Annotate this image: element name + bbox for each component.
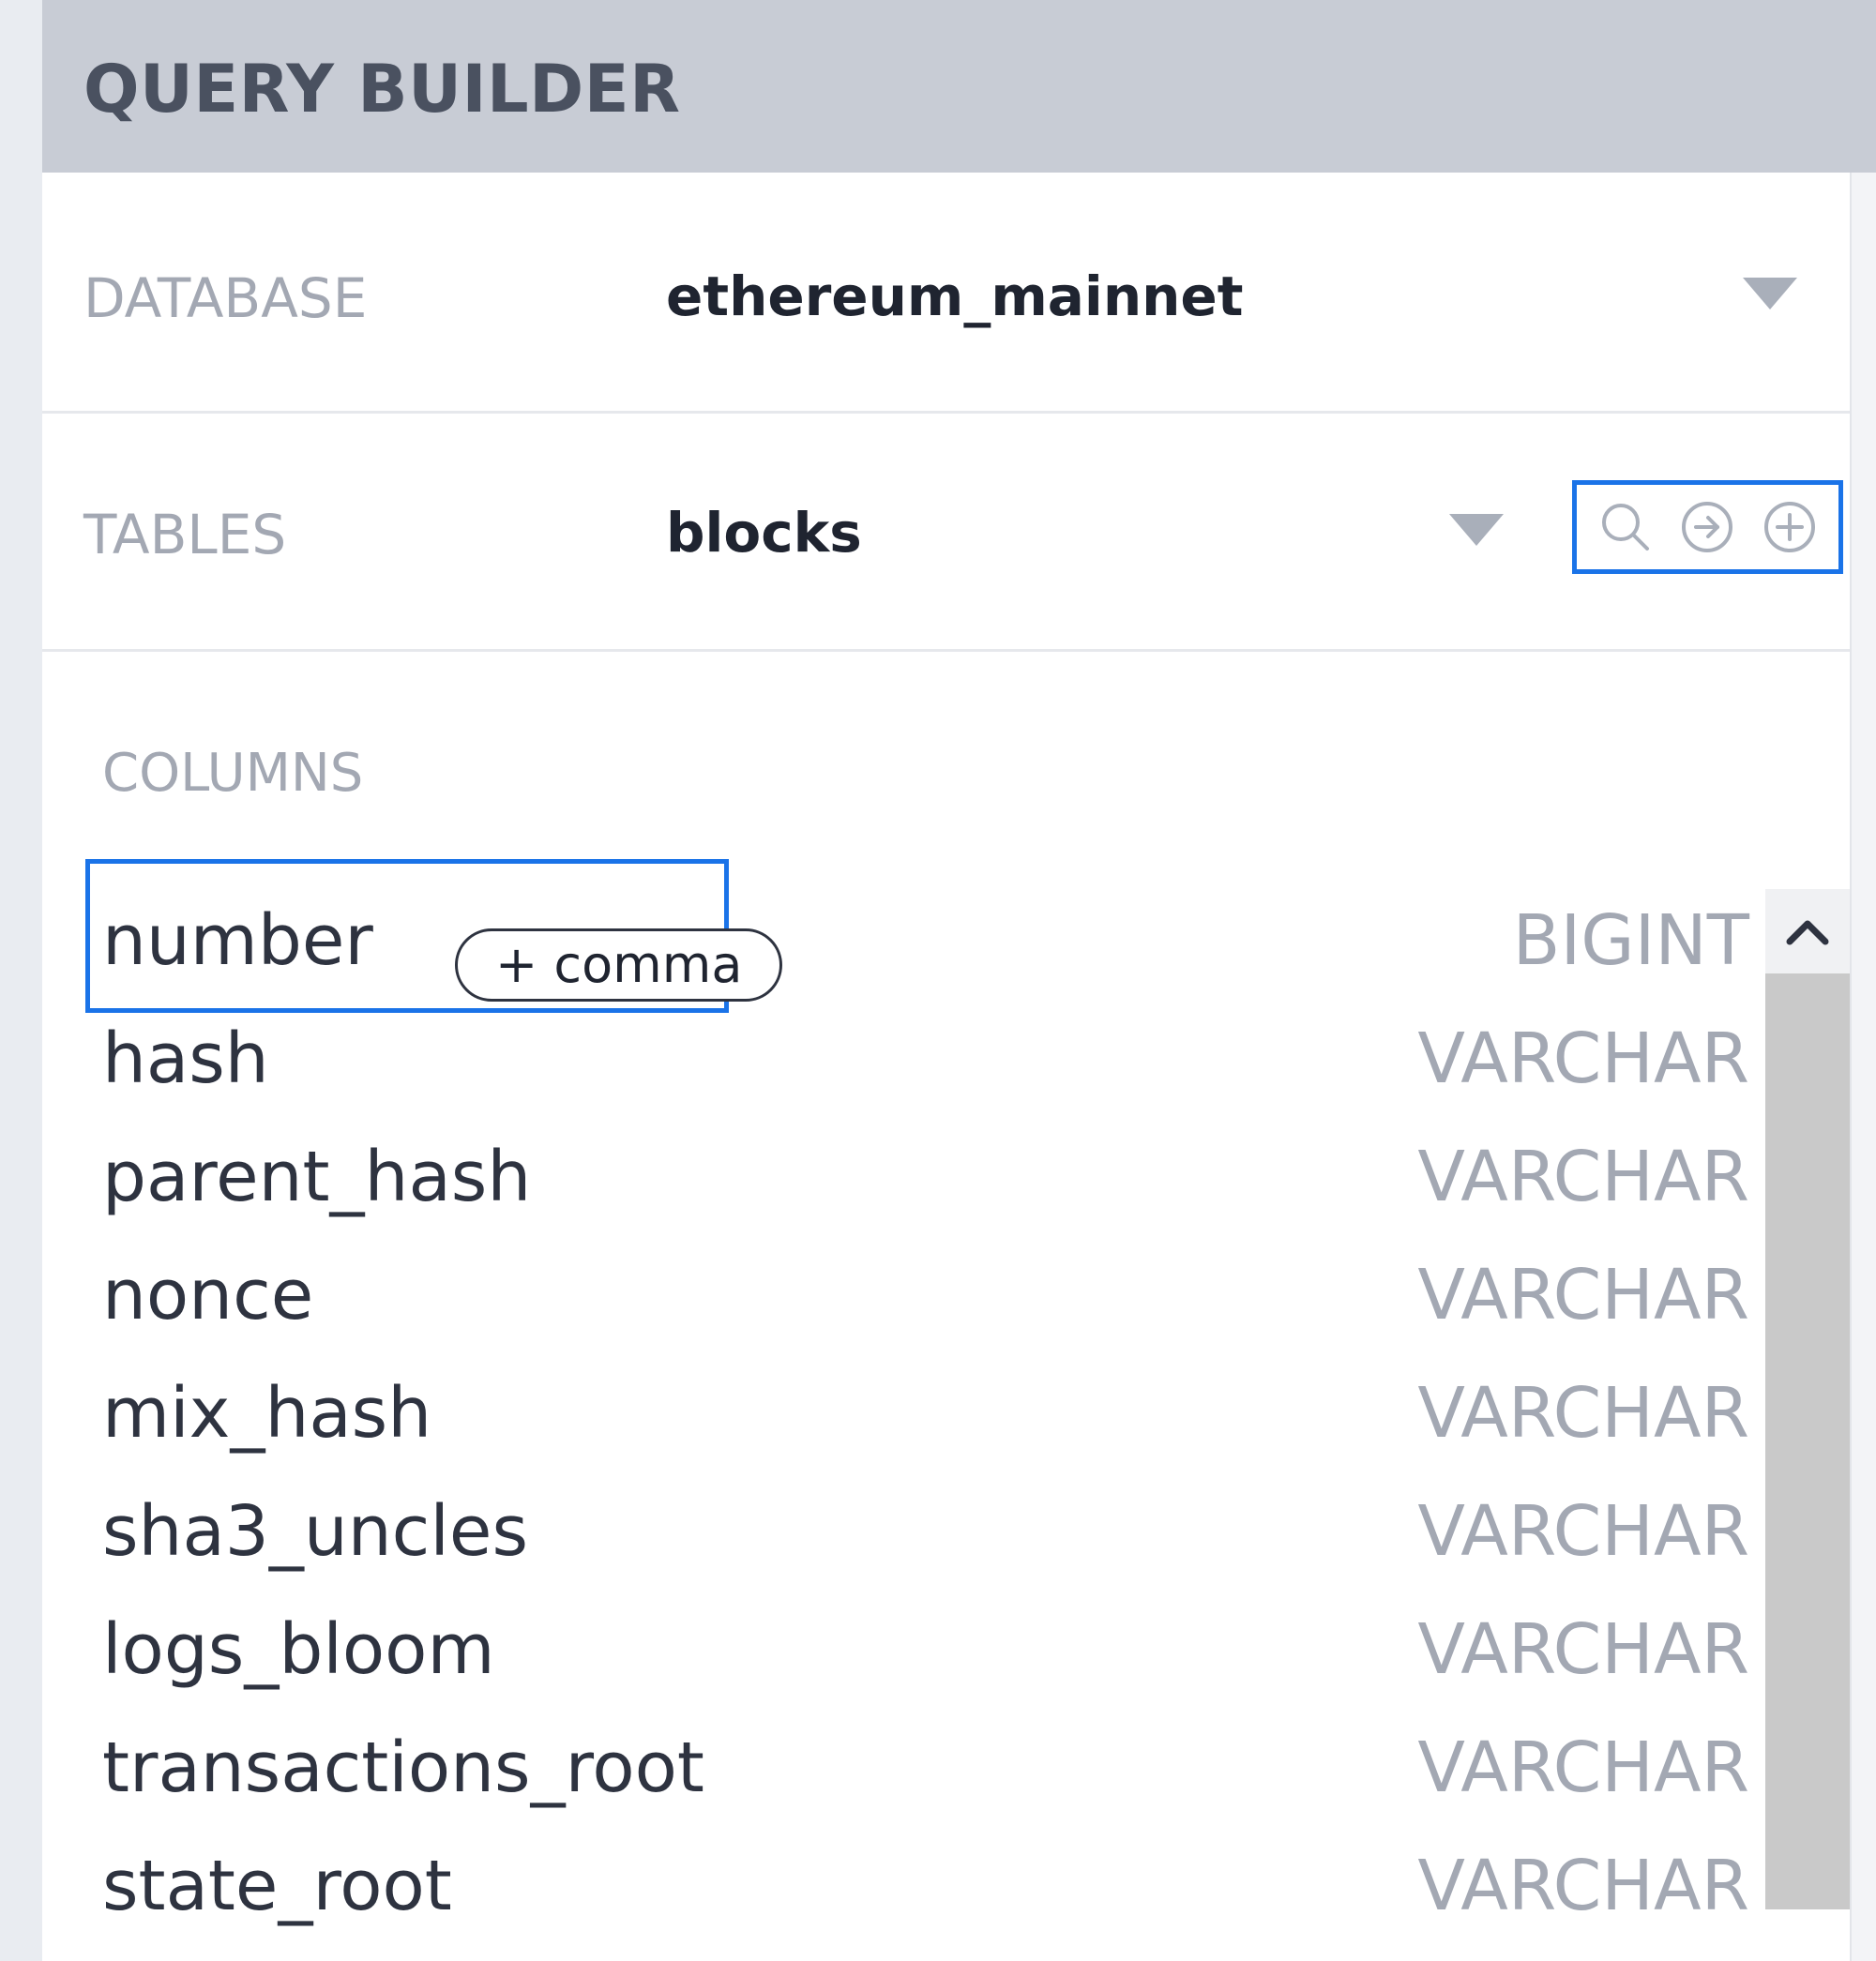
chevron-up-icon[interactable]: [1765, 889, 1850, 973]
columns-label: COLUMNS: [102, 743, 364, 804]
database-select[interactable]: ethereum_mainnet: [666, 264, 1243, 328]
panel-header: QUERY BUILDER: [42, 0, 1876, 173]
column-type: VARCHAR: [1417, 1255, 1749, 1335]
database-row: DATABASE ethereum_mainnet: [42, 173, 1850, 414]
column-type: BIGINT: [1512, 900, 1749, 981]
left-edge-strip: [0, 0, 42, 1961]
query-builder-panel: QUERY BUILDER DATABASE ethereum_mainnet …: [42, 0, 1876, 1961]
chevron-down-icon[interactable]: [1449, 514, 1504, 546]
column-name: logs_bloom: [102, 1609, 495, 1690]
column-type: VARCHAR: [1417, 1018, 1749, 1099]
column-row[interactable]: transactions_root VARCHAR: [102, 1707, 1753, 1825]
column-name: hash: [102, 1018, 269, 1099]
add-comma-button[interactable]: + comma: [455, 928, 783, 1002]
column-row[interactable]: logs_bloom VARCHAR: [102, 1589, 1753, 1707]
scrollbar-thumb[interactable]: [1765, 973, 1850, 1909]
column-row[interactable]: mix_hash VARCHAR: [102, 1352, 1753, 1471]
arrow-circle-right-icon[interactable]: [1678, 498, 1736, 556]
column-name: sha3_uncles: [102, 1491, 529, 1572]
column-row[interactable]: sha3_uncles VARCHAR: [102, 1471, 1753, 1589]
columns-section: COLUMNS number + comma BIGINT hash VARCH…: [42, 649, 1850, 1961]
column-type: VARCHAR: [1417, 1727, 1749, 1808]
column-type: VARCHAR: [1417, 1373, 1749, 1454]
column-name: nonce: [102, 1255, 314, 1335]
column-name: parent_hash: [102, 1137, 532, 1217]
column-type: VARCHAR: [1417, 1137, 1749, 1217]
column-row[interactable]: hash VARCHAR: [102, 998, 1753, 1116]
column-type: VARCHAR: [1417, 1609, 1749, 1690]
column-name: transactions_root: [102, 1727, 704, 1808]
column-row[interactable]: state_root VARCHAR: [102, 1825, 1753, 1943]
table-tools-group: [1572, 480, 1843, 574]
tables-label: TABLES: [83, 503, 287, 566]
column-type: VARCHAR: [1417, 1491, 1749, 1572]
column-type: VARCHAR: [1417, 1846, 1749, 1926]
database-label: DATABASE: [83, 266, 368, 330]
column-name: state_root: [102, 1846, 452, 1926]
column-row[interactable]: number + comma BIGINT: [102, 880, 1753, 1002]
column-row[interactable]: nonce VARCHAR: [102, 1234, 1753, 1352]
chevron-down-icon[interactable]: [1743, 278, 1797, 309]
column-row[interactable]: parent_hash VARCHAR: [102, 1116, 1753, 1234]
panel-title: QUERY BUILDER: [83, 51, 681, 128]
search-icon[interactable]: [1596, 498, 1655, 556]
column-name: mix_hash: [102, 1373, 432, 1454]
column-name: number: [102, 900, 373, 981]
tables-select[interactable]: blocks: [666, 501, 862, 565]
right-gutter: [1850, 173, 1876, 1961]
plus-circle-icon[interactable]: [1761, 498, 1819, 556]
tables-row: TABLES blocks: [42, 411, 1850, 652]
columns-scrollbar[interactable]: [1765, 889, 1850, 1909]
